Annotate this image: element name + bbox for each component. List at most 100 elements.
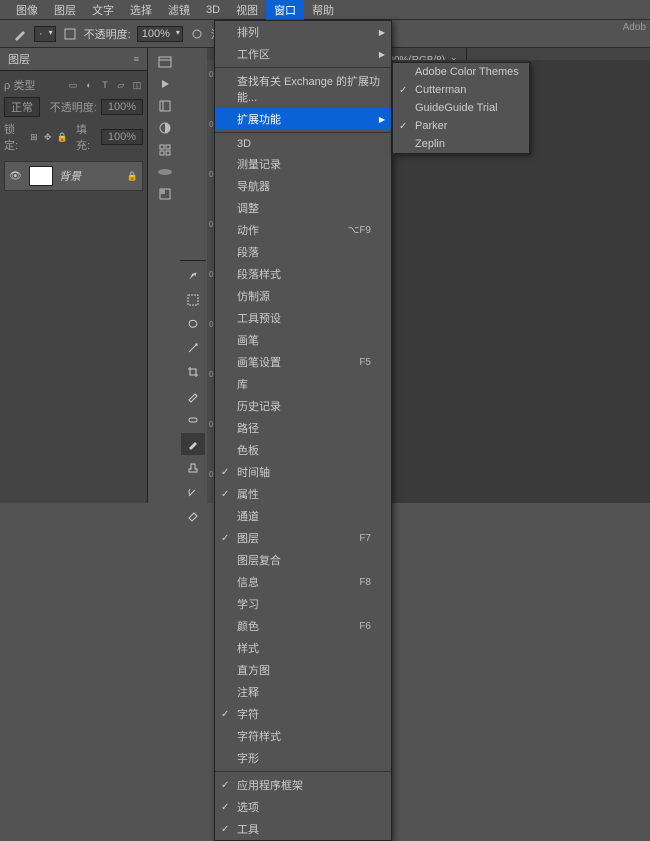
lock-all-icon[interactable]: 🔒	[57, 131, 68, 143]
menu-item[interactable]: 路径	[215, 417, 391, 439]
menu-item[interactable]: 测量记录	[215, 153, 391, 175]
submenu-item[interactable]: ✓Cutterman	[393, 81, 529, 99]
menu-3D[interactable]: 3D	[198, 1, 228, 19]
marquee-tool-icon[interactable]	[181, 289, 205, 311]
opacity-value[interactable]: 100%	[137, 26, 183, 42]
filter-type-icon[interactable]: T	[99, 79, 111, 91]
brush-panel-icon[interactable]	[62, 26, 78, 42]
menu-文字[interactable]: 文字	[84, 0, 122, 21]
submenu-arrow-icon: ▶	[379, 28, 385, 37]
lock-position-icon[interactable]: ✥	[43, 131, 53, 143]
submenu-item[interactable]: ✓Parker	[393, 117, 529, 135]
history-panel-icon[interactable]	[153, 52, 177, 72]
fill-value[interactable]: 100%	[101, 129, 143, 145]
menu-item[interactable]: 动作⌥F9	[215, 219, 391, 241]
filter-adjust-icon[interactable]: ◐	[83, 79, 95, 91]
menu-item[interactable]: 学习	[215, 593, 391, 615]
menu-item[interactable]: 颜色F6	[215, 615, 391, 637]
menu-窗口[interactable]: 窗口	[266, 0, 304, 21]
menu-item[interactable]: ✓字符	[215, 703, 391, 725]
menu-item[interactable]: 3D	[215, 135, 391, 153]
menu-item[interactable]: 直方图	[215, 659, 391, 681]
menu-item[interactable]: 库	[215, 373, 391, 395]
menu-item[interactable]: 工具预设	[215, 307, 391, 329]
filter-shape-icon[interactable]: ▱	[115, 79, 127, 91]
brush-tool-icon[interactable]	[181, 433, 205, 455]
history-brush-tool-icon[interactable]	[181, 481, 205, 503]
menu-item[interactable]: 信息F8	[215, 571, 391, 593]
ruler-tick: 0	[209, 120, 213, 129]
menu-item[interactable]: 字形	[215, 747, 391, 769]
panel-menu-icon[interactable]: ≡	[134, 54, 139, 64]
menu-item[interactable]: ✓应用程序框架	[215, 774, 391, 796]
menu-item-label: 扩展功能	[237, 111, 281, 127]
layer-row[interactable]: 👁 背景 🔒	[4, 161, 143, 191]
healing-tool-icon[interactable]	[181, 409, 205, 431]
move-tool-icon[interactable]	[181, 265, 205, 287]
toolbox	[180, 260, 206, 527]
menu-滤镜[interactable]: 滤镜	[160, 0, 198, 21]
brush-preset-icon[interactable]	[153, 162, 177, 182]
menu-item[interactable]: ✓时间轴	[215, 461, 391, 483]
menu-item-label: 字形	[237, 750, 259, 766]
menu-item[interactable]: 段落样式	[215, 263, 391, 285]
lasso-tool-icon[interactable]	[181, 313, 205, 335]
menu-帮助[interactable]: 帮助	[304, 0, 342, 21]
lock-icon[interactable]: 🔒	[127, 171, 138, 182]
menu-item[interactable]: 仿制源	[215, 285, 391, 307]
properties-icon[interactable]	[153, 96, 177, 116]
menu-item[interactable]: 色板	[215, 439, 391, 461]
pressure-opacity-icon[interactable]	[189, 26, 205, 42]
menu-item[interactable]: 图层复合	[215, 549, 391, 571]
layer-name[interactable]: 背景	[59, 168, 121, 184]
layers-panel-tab[interactable]: 图层 ≡	[0, 48, 147, 71]
menu-item-label: 测量记录	[237, 156, 281, 172]
menu-item[interactable]: 排列▶	[215, 21, 391, 43]
menu-item[interactable]: 画笔设置F5	[215, 351, 391, 373]
filter-image-icon[interactable]: ▭	[67, 79, 79, 91]
submenu-item[interactable]: GuideGuide Trial	[393, 99, 529, 117]
menu-item[interactable]: 注释	[215, 681, 391, 703]
check-icon: ✓	[221, 824, 229, 835]
adjustments-icon[interactable]	[153, 118, 177, 138]
layer-opacity-value[interactable]: 100%	[101, 99, 143, 115]
submenu-item[interactable]: Zeplin	[393, 135, 529, 153]
layer-thumbnail[interactable]	[29, 166, 53, 186]
menu-item[interactable]: 调整	[215, 197, 391, 219]
menu-item[interactable]: ✓选项	[215, 796, 391, 818]
submenu-item[interactable]: Adobe Color Themes	[393, 63, 529, 81]
menu-item[interactable]: 导航器	[215, 175, 391, 197]
lock-pixels-icon[interactable]: ⊞	[29, 131, 39, 143]
grid-icon[interactable]	[153, 140, 177, 160]
stamp-tool-icon[interactable]	[181, 457, 205, 479]
menu-item[interactable]: 历史记录	[215, 395, 391, 417]
visibility-icon[interactable]: 👁	[9, 171, 23, 182]
menu-item[interactable]: 工作区▶	[215, 43, 391, 65]
menu-item[interactable]: 画笔	[215, 329, 391, 351]
eyedropper-tool-icon[interactable]	[181, 385, 205, 407]
brush-size-dropdown[interactable]: ·	[34, 26, 56, 42]
swatches-icon[interactable]	[153, 184, 177, 204]
menu-选择[interactable]: 选择	[122, 0, 160, 21]
menu-item[interactable]: ✓属性	[215, 483, 391, 505]
menu-item[interactable]: 扩展功能▶	[215, 108, 391, 130]
submenu-arrow-icon: ▶	[379, 50, 385, 59]
menu-图像[interactable]: 图像	[8, 0, 46, 21]
filter-smart-icon[interactable]: ◫	[131, 79, 143, 91]
menu-视图[interactable]: 视图	[228, 0, 266, 21]
crop-tool-icon[interactable]	[181, 361, 205, 383]
menu-item[interactable]: ✓工具	[215, 818, 391, 840]
menu-item[interactable]: 字符样式	[215, 725, 391, 747]
eraser-tool-icon[interactable]	[181, 505, 205, 527]
wand-tool-icon[interactable]	[181, 337, 205, 359]
brush-icon[interactable]	[12, 26, 28, 42]
play-icon[interactable]	[153, 74, 177, 94]
menu-item[interactable]: 查找有关 Exchange 的扩展功能...	[215, 70, 391, 108]
menu-item[interactable]: 通道	[215, 505, 391, 527]
blend-mode-dropdown[interactable]: 正常	[4, 97, 40, 117]
menu-item[interactable]: ✓图层F7	[215, 527, 391, 549]
menu-item[interactable]: 样式	[215, 637, 391, 659]
menu-item-label: 图层复合	[237, 552, 281, 568]
menu-图层[interactable]: 图层	[46, 0, 84, 21]
menu-item[interactable]: 段落	[215, 241, 391, 263]
